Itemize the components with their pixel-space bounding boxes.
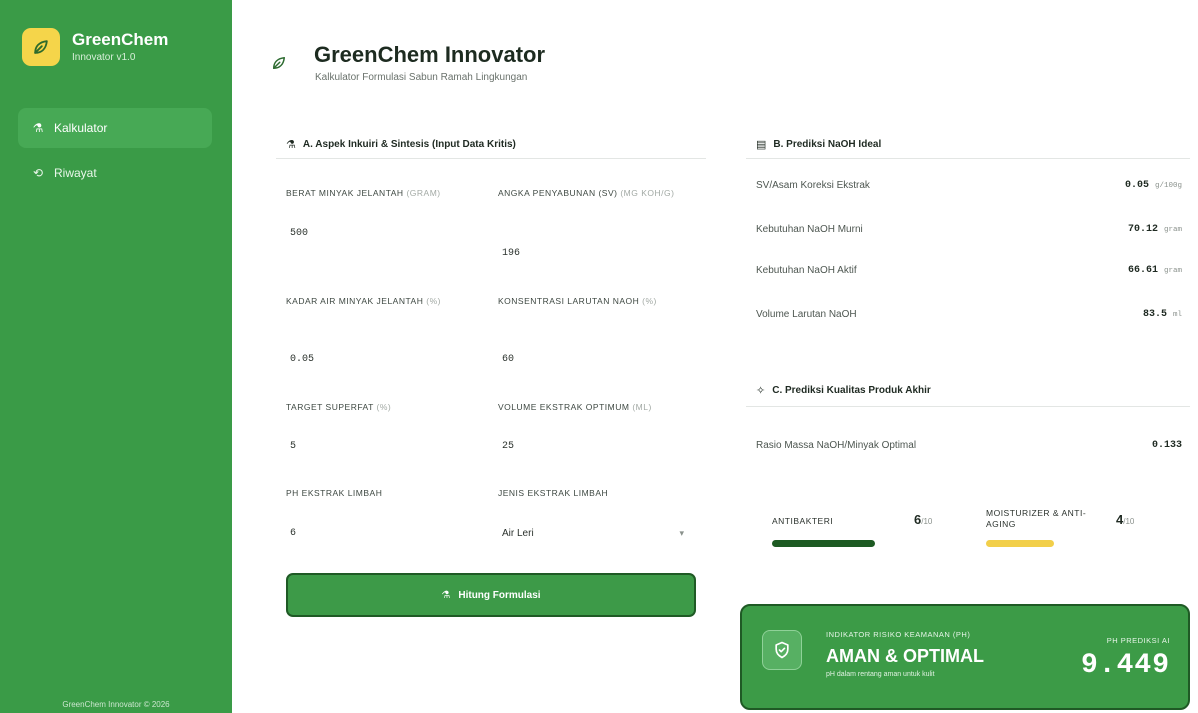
field-unit: (mg KOH/g) <box>620 188 675 198</box>
calculator-icon: ▤ <box>756 139 767 151</box>
result-value: 83.5 ml <box>1142 309 1182 320</box>
footer-copyright: GreenChem Innovator © 2026 <box>62 700 170 709</box>
section-c-heading: ✧ C. Prediksi Kualitas Produk Akhir <box>756 384 931 397</box>
field-unit: (Gram) <box>406 188 441 198</box>
field-ph-ekstrak: pH Ekstrak Limbah <box>286 486 486 546</box>
result-value: 66.61 gram <box>1127 265 1182 276</box>
sidebar: GreenChem Innovator v1.0 ⚗ Kalkulator ⟲ … <box>0 0 232 713</box>
target-superfat-input[interactable] <box>286 433 486 459</box>
page-title: GreenChem Innovator <box>314 42 546 67</box>
field-angka-penyabunan: Angka Penyabunan (SV) (mg KOH/g) <box>498 186 698 266</box>
ratio-row: Rasio Massa NaOH/Minyak Optimal 0.133 <box>756 440 1182 451</box>
ph-ekstrak-input[interactable] <box>286 520 486 546</box>
leaf-icon <box>270 54 290 74</box>
ph-prediction-label: PH PREDIKSI AI <box>1106 636 1170 645</box>
moisturizer-bar-fill <box>986 540 1054 547</box>
field-berat-minyak: Berat Minyak Jelantah (Gram) <box>286 186 486 246</box>
result-value: 0.05 g/100g <box>1124 180 1182 191</box>
result-label: Kebutuhan NaOH Murni <box>756 224 863 235</box>
safety-note: pH dalam rentang aman untuk kulit <box>826 671 935 678</box>
brand-name: GreenChem <box>72 30 169 49</box>
score-value: 6/10 <box>914 512 933 527</box>
section-b-title: B. Prediksi NaOH Ideal <box>773 139 882 150</box>
field-label: Angka Penyabunan (SV) <box>498 188 618 198</box>
jenis-ekstrak-select[interactable]: Air Leri ▾ <box>498 520 688 546</box>
chevron-down-icon: ▾ <box>679 527 684 538</box>
section-a-title: A. Aspek Inkuiri & Sintesis (Input Data … <box>302 139 516 150</box>
divider <box>746 406 1190 407</box>
field-kadar-air: Kadar Air Minyak Jelantah (%) <box>286 294 486 372</box>
ph-prediction-value: 9.449 <box>1080 650 1170 681</box>
history-icon: ⟲ <box>32 166 44 180</box>
sidebar-item-label: Kalkulator <box>54 121 108 135</box>
ratio-value: 0.133 <box>1151 440 1182 451</box>
leaf-logo-icon <box>22 28 60 66</box>
field-jenis-ekstrak: Jenis Ekstrak Limbah Air Leri ▾ <box>498 486 698 539</box>
result-row: Kebutuhan NaOH Aktif 66.61 gram <box>756 265 1182 276</box>
safety-indicator-card: INDIKATOR RISIKO KEAMANAN (PH) AMAN & OP… <box>740 604 1190 710</box>
result-label: Volume Larutan NaOH <box>756 309 857 320</box>
brand: GreenChem Innovator v1.0 <box>22 28 168 66</box>
page-subtitle: Kalkulator Formulasi Sabun Ramah Lingkun… <box>315 72 528 83</box>
score-label: Antibakteri <box>772 516 834 526</box>
result-row: Kebutuhan NaOH Murni 70.12 gram <box>756 224 1182 235</box>
sidebar-item-riwayat[interactable]: ⟲ Riwayat <box>18 153 212 193</box>
safety-label: INDIKATOR RISIKO KEAMANAN (PH) <box>826 630 971 639</box>
section-a-heading: ⚗ A. Aspek Inkuiri & Sintesis (Input Dat… <box>286 138 516 151</box>
sidebar-item-label: Riwayat <box>54 166 97 180</box>
field-target-superfat: Target Superfat (%) <box>286 400 486 459</box>
sparkle-icon: ✧ <box>756 385 766 397</box>
field-unit: (%) <box>642 296 657 306</box>
berat-minyak-input[interactable] <box>286 220 486 246</box>
divider <box>276 158 706 159</box>
field-label: Target Superfat <box>286 402 374 412</box>
angka-penyabunan-input[interactable] <box>498 240 698 266</box>
ratio-label: Rasio Massa NaOH/Minyak Optimal <box>756 440 917 451</box>
field-unit: (%) <box>376 402 392 412</box>
flask-icon: ⚗ <box>32 121 44 135</box>
score-label: Moisturizer & Anti-Aging <box>986 508 1087 529</box>
result-label: Kebutuhan NaOH Aktif <box>756 265 857 276</box>
antibakteri-bar <box>772 540 944 547</box>
score-value: 4/10 <box>1116 512 1135 527</box>
field-volume-ekstrak: Volume Ekstrak Optimum (mL) <box>498 400 698 459</box>
result-value: 70.12 gram <box>1127 224 1182 235</box>
jenis-ekstrak-value: Air Leri <box>502 527 534 539</box>
result-row: Volume Larutan NaOH 83.5 ml <box>756 309 1182 320</box>
field-unit: (mL) <box>632 402 652 412</box>
shield-icon <box>762 630 802 670</box>
kadar-air-input[interactable] <box>286 346 486 372</box>
antibakteri-bar-fill <box>772 540 876 547</box>
flask-icon: ⚗ <box>286 139 296 151</box>
hitung-formulasi-button[interactable]: ⚗ Hitung Formulasi <box>286 573 696 617</box>
field-unit: (%) <box>426 296 441 306</box>
moisturizer-bar <box>986 540 1156 547</box>
konsentrasi-naoh-input[interactable] <box>498 346 698 372</box>
section-b-heading: ▤ B. Prediksi NaOH Ideal <box>756 138 881 151</box>
safety-status: AMAN & OPTIMAL <box>826 646 984 666</box>
brand-version: Innovator v1.0 <box>72 52 136 63</box>
section-c-title: C. Prediksi Kualitas Produk Akhir <box>772 385 931 396</box>
field-label: Konsentrasi Larutan NaOH <box>498 296 640 306</box>
flask-icon: ⚗ <box>441 589 451 601</box>
field-label: Kadar Air Minyak Jelantah <box>286 296 424 306</box>
field-label: Volume Ekstrak Optimum <box>498 402 630 412</box>
divider <box>746 158 1190 159</box>
sidebar-nav: ⚗ Kalkulator ⟲ Riwayat <box>18 108 212 198</box>
hitung-formulasi-label: Hitung Formulasi <box>458 589 541 601</box>
field-konsentrasi-naoh: Konsentrasi Larutan NaOH (%) <box>498 294 698 372</box>
sidebar-item-kalkulator[interactable]: ⚗ Kalkulator <box>18 108 212 148</box>
field-label: pH Ekstrak Limbah <box>286 488 383 498</box>
result-label: SV/Asam Koreksi Ekstrak <box>756 180 870 191</box>
field-label: Berat Minyak Jelantah <box>286 188 404 198</box>
volume-ekstrak-input[interactable] <box>498 433 698 459</box>
result-row: SV/Asam Koreksi Ekstrak 0.05 g/100g <box>756 180 1182 191</box>
field-label: Jenis Ekstrak Limbah <box>498 488 609 498</box>
